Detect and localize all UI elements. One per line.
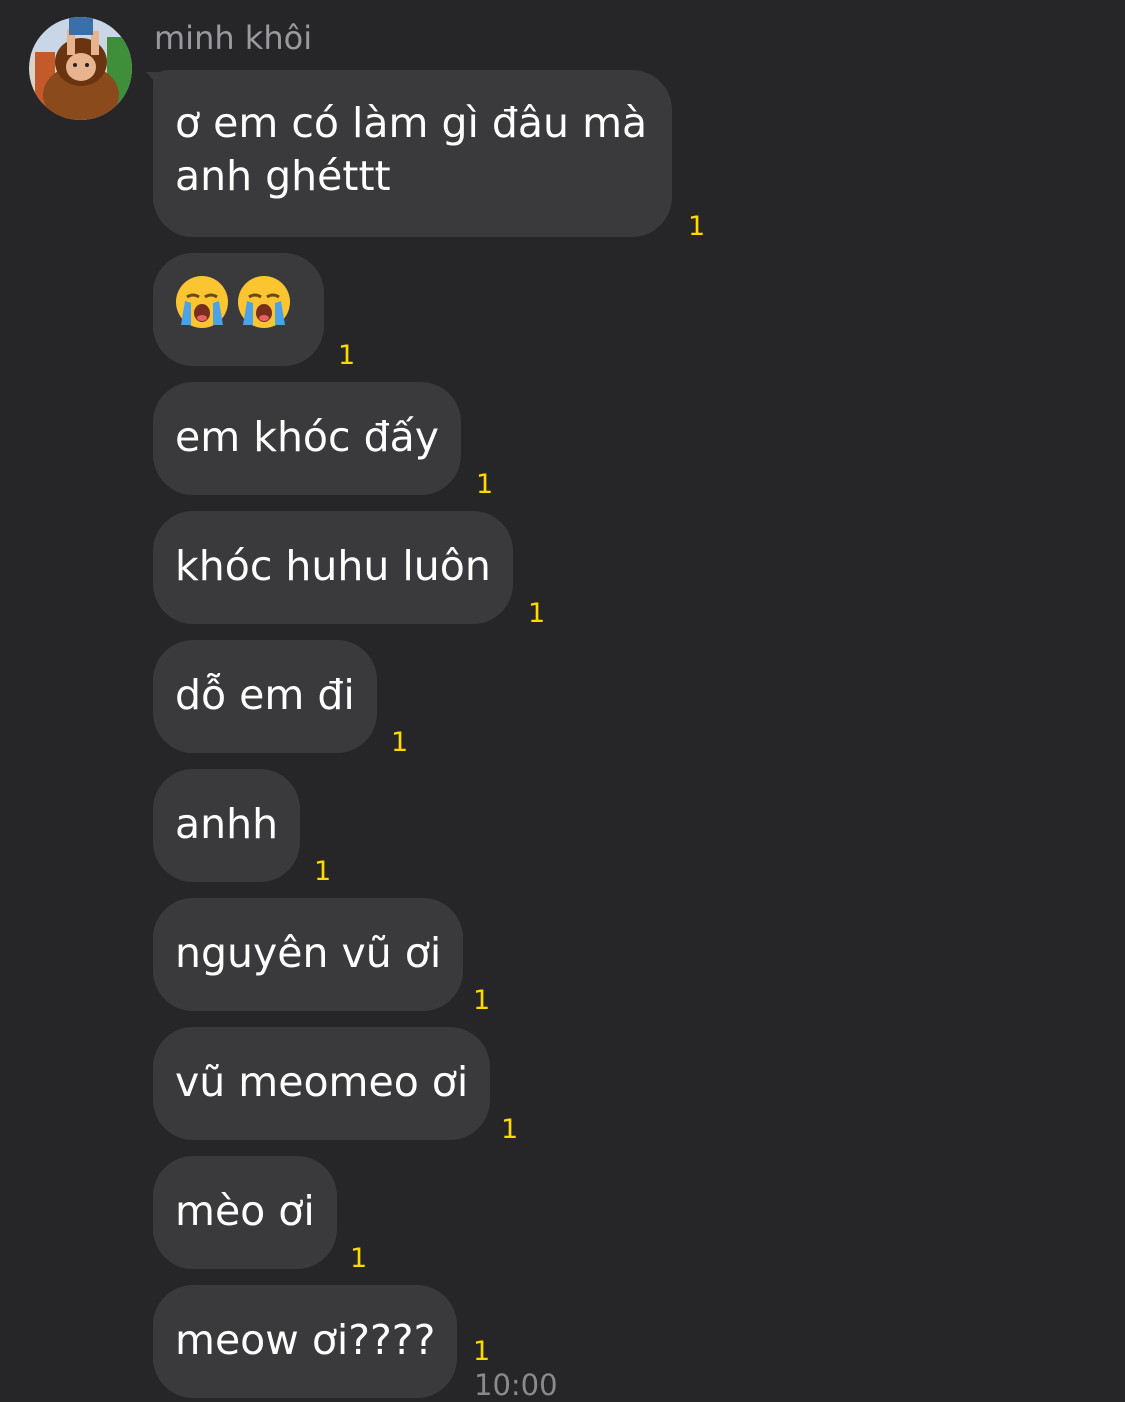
message-text: dỗ em đi: [175, 671, 355, 719]
read-indicator: 1: [473, 1336, 491, 1367]
message-text: nguyên vũ ơi: [175, 929, 442, 977]
message-bubble[interactable]: [153, 253, 324, 366]
message-text: meow ơi????: [175, 1316, 436, 1364]
message-text: mèo ơi: [175, 1187, 315, 1235]
message-bubble[interactable]: dỗ em đi: [153, 640, 377, 753]
message-bubble[interactable]: anhh: [153, 769, 301, 882]
read-indicator: 1: [528, 598, 546, 629]
message-bubble[interactable]: vũ meomeo ơi: [153, 1027, 491, 1140]
message-bubble[interactable]: khóc huhu luôn: [153, 511, 513, 624]
sender-name: minh khôi: [154, 19, 313, 57]
read-indicator: 1: [350, 1243, 368, 1274]
message-bubble[interactable]: ơ em có làm gì đâu mà anh ghéttt: [153, 70, 672, 237]
message-text: vũ meomeo ơi: [175, 1058, 469, 1106]
message-bubble[interactable]: meow ơi????: [153, 1285, 458, 1398]
message-bubble[interactable]: mèo ơi: [153, 1156, 337, 1269]
read-indicator: 1: [338, 340, 356, 371]
message-text: khóc huhu luôn: [175, 542, 491, 590]
read-indicator: 1: [314, 856, 332, 887]
read-indicator: 1: [473, 985, 491, 1016]
avatar-photo: [29, 17, 132, 120]
read-indicator: 1: [391, 727, 409, 758]
message-text: em khóc đấy: [175, 413, 439, 461]
message-bubble[interactable]: em khóc đấy: [153, 382, 461, 495]
loudly-crying-face-icon: [175, 275, 229, 342]
sender-avatar[interactable]: [29, 17, 132, 120]
message-timestamp: 10:00: [474, 1368, 558, 1402]
read-indicator: 1: [501, 1114, 519, 1145]
loudly-crying-face-icon: [237, 275, 291, 342]
read-indicator: 1: [476, 469, 494, 500]
message-bubble[interactable]: nguyên vũ ơi: [153, 898, 464, 1011]
message-text: anhh: [175, 800, 279, 848]
message-text: ơ em có làm gì đâu mà anh ghéttt: [175, 99, 648, 200]
read-indicator: 1: [688, 211, 706, 242]
